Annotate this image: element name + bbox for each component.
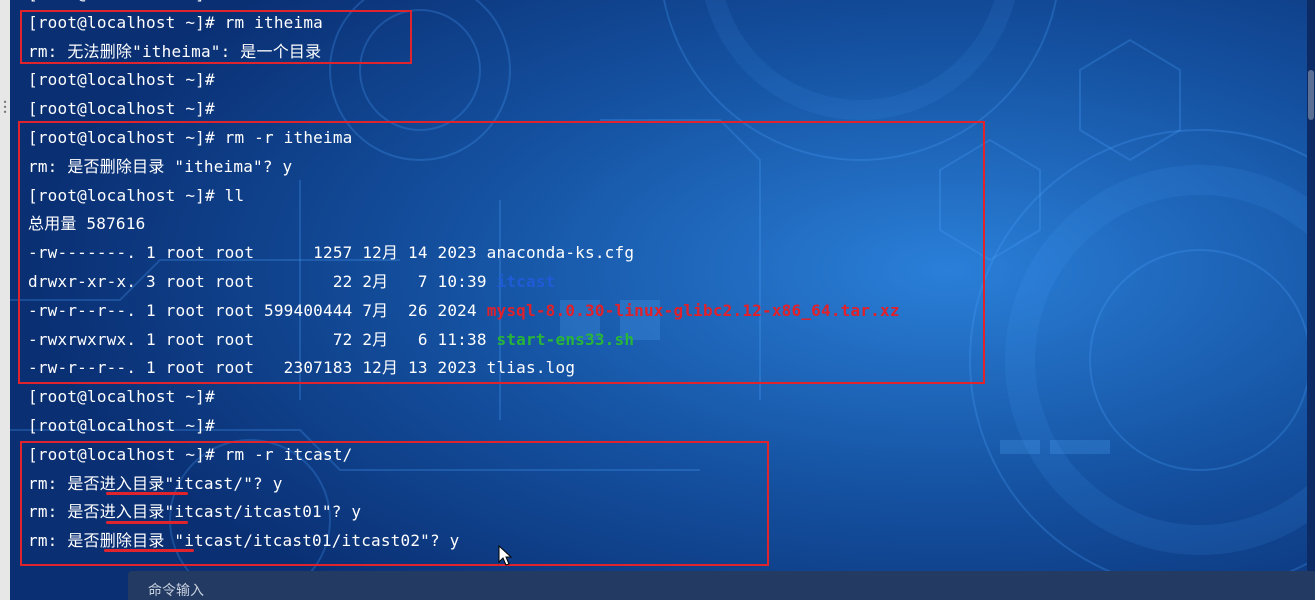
terminal-line: [root@localhost ~]#: [28, 387, 215, 407]
mouse-pointer-icon: [498, 545, 512, 566]
terminal-line: [root@localhost ~]#: [28, 99, 215, 119]
terminal-line: [root@localhost ~]#: [28, 0, 1298, 9]
annotation-underline: [106, 492, 188, 495]
annotation-underline: [104, 549, 194, 552]
terminal-line: [root@localhost ~]#: [28, 415, 215, 435]
annotation-box: [20, 10, 412, 64]
left-panel-edge: • • •: [0, 0, 10, 600]
scrollbar-thumb[interactable]: [1308, 70, 1314, 120]
panel-resize-grip-icon[interactable]: • • •: [2, 99, 8, 117]
scrollbar[interactable]: [1307, 0, 1315, 600]
command-input-placeholder: 命令输入: [148, 583, 204, 599]
annotation-box: [18, 121, 985, 384]
command-input-bar[interactable]: 命令输入: [128, 571, 1315, 600]
annotation-box: [20, 441, 769, 566]
terminal-line: [root@localhost ~]#: [28, 70, 215, 90]
annotation-underline: [106, 521, 188, 524]
